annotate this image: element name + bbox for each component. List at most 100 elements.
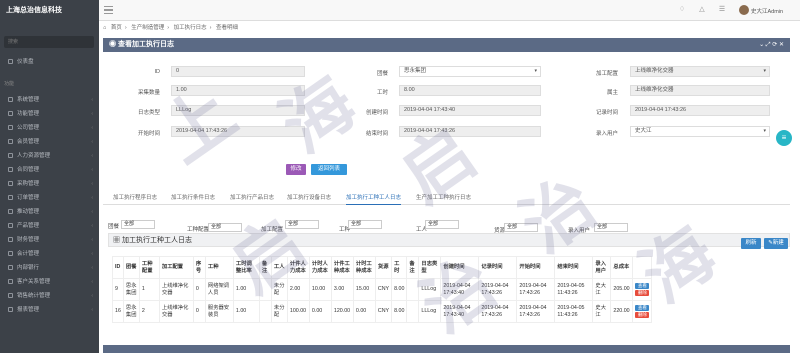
- bell-icon[interactable]: ♢: [678, 6, 686, 14]
- sidebar-item-label: 人力资源管理: [17, 153, 51, 159]
- page-title: 查看加工执行日志: [117, 41, 174, 48]
- sidebar-item[interactable]: 人力资源管理 ‹: [0, 150, 99, 163]
- sidebar-item[interactable]: 产品管理 ‹: [0, 220, 99, 233]
- menu-toggle-icon[interactable]: [104, 6, 113, 14]
- record-time-field: 2019-04-04 17:43:26: [630, 105, 770, 116]
- table-header[interactable]: 团餐: [122, 256, 140, 279]
- sidebar-item[interactable]: 公司管理 ‹: [0, 122, 99, 135]
- table-header[interactable]: 记录时间: [478, 256, 518, 279]
- sidebar-item[interactable]: 系统管理 ‹: [0, 94, 99, 107]
- table-cell: 未分配: [270, 278, 288, 301]
- menu-icon: [8, 223, 13, 229]
- table-header[interactable]: 开始时间: [516, 256, 556, 279]
- table-header[interactable]: 日志类型: [418, 256, 442, 279]
- user-group-icon[interactable]: ☰: [718, 6, 726, 14]
- breadcrumb-item[interactable]: 生产制造管理: [131, 25, 164, 31]
- sidebar-item[interactable]: 采购管理 ‹: [0, 178, 99, 191]
- filter-select[interactable]: 全部: [208, 223, 242, 232]
- table-header[interactable]: 货源: [374, 256, 393, 279]
- table-header[interactable]: 总成本: [610, 256, 634, 279]
- sidebar-item[interactable]: 会员管理 ‹: [0, 136, 99, 149]
- sidebar-item[interactable]: 推动管理 ‹: [0, 206, 99, 219]
- sidebar-item[interactable]: 销售统计管理 ‹: [0, 290, 99, 303]
- table-cell: LLLog: [418, 278, 442, 301]
- table-header[interactable]: 序号: [192, 256, 206, 279]
- table-header[interactable]: 工种配置: [138, 256, 160, 279]
- delete-button[interactable]: 删除: [635, 290, 650, 296]
- table-header[interactable]: 工时: [391, 256, 408, 279]
- sidebar-item[interactable]: 功能管理 ‹: [0, 108, 99, 121]
- tab-execute-log[interactable]: 生产加工工种执行日志: [416, 192, 471, 205]
- table-header[interactable]: 录入用户: [592, 256, 612, 279]
- filter-label: 团餐: [108, 224, 120, 230]
- tab-condition-log[interactable]: 加工执行条件日志: [171, 192, 215, 205]
- filter-select[interactable]: 全部: [594, 223, 628, 232]
- view-button[interactable]: 查看: [635, 283, 650, 289]
- user-name[interactable]: 史大江Admin: [751, 7, 783, 15]
- table-header[interactable]: 计件人力成本: [286, 256, 310, 279]
- add-button[interactable]: ✎新建: [764, 238, 788, 249]
- tab-product-log[interactable]: 加工执行产品日志: [230, 192, 274, 205]
- table-cell: 2019-04-04 17:43:40: [440, 278, 480, 301]
- chevron-left-icon: ‹: [91, 111, 93, 117]
- back-to-list-button[interactable]: 返回列表: [311, 164, 347, 175]
- table-header[interactable]: 计件工种成本: [330, 256, 354, 279]
- avatar[interactable]: [739, 5, 749, 15]
- sidebar-item[interactable]: 仪表盘: [0, 56, 99, 69]
- filter-select[interactable]: 全部: [348, 220, 382, 229]
- table-header[interactable]: 计时工种成本: [352, 256, 376, 279]
- sidebar-item[interactable]: 会计管理 ‹: [0, 248, 99, 261]
- breadcrumb-item[interactable]: 首页: [111, 25, 122, 31]
- panel-tools-icon[interactable]: ⌄ ⤢ ⟳ ✕: [759, 38, 784, 52]
- sidebar-item[interactable]: 财务管理 ‹: [0, 234, 99, 247]
- table-header[interactable]: 工人: [270, 256, 288, 279]
- tab-program-log[interactable]: 加工执行程序日志: [113, 192, 157, 205]
- table-header[interactable]: 结束时间: [554, 256, 594, 279]
- table-header[interactable]: 备注: [258, 256, 272, 279]
- sidebar-item[interactable]: 报表管理 ‹: [0, 304, 99, 317]
- tab-worker-log[interactable]: 加工执行工种工人日志: [346, 192, 402, 205]
- table-header[interactable]: 工种: [204, 256, 234, 279]
- menu-icon: [8, 307, 13, 313]
- sidebar-item[interactable]: 内部银行 ‹: [0, 262, 99, 275]
- chevron-left-icon: ‹: [91, 181, 93, 187]
- view-button[interactable]: 查看: [635, 305, 650, 311]
- refresh-button[interactable]: 刷新: [741, 238, 761, 249]
- home-icon[interactable]: ⌂: [103, 25, 106, 31]
- breadcrumb-item[interactable]: 加工执行日志: [174, 25, 207, 31]
- table-cell: 2.00: [286, 278, 310, 301]
- edit-button[interactable]: 修改: [286, 164, 306, 175]
- menu-icon: [8, 181, 13, 187]
- table-header[interactable]: 工时调整比率: [232, 256, 260, 279]
- filter-select[interactable]: 全部: [504, 223, 538, 232]
- alert-icon[interactable]: △: [698, 6, 706, 14]
- sidebar-item[interactable]: 客户关系管理 ‹: [0, 276, 99, 289]
- id-label: ID: [154, 69, 161, 75]
- sidebar-search-input[interactable]: 搜索: [4, 36, 94, 48]
- chevron-left-icon: ‹: [91, 153, 93, 159]
- config-select[interactable]: 上线维净化交器: [630, 66, 770, 77]
- delete-button[interactable]: 删除: [635, 312, 650, 318]
- sidebar-item-label: 订单管理: [17, 195, 40, 201]
- filter-select[interactable]: 全部: [425, 220, 459, 229]
- filter-select[interactable]: 全部: [121, 220, 155, 229]
- table-header[interactable]: ID: [112, 256, 124, 279]
- menu-icon: [8, 265, 13, 271]
- table-header[interactable]: 备注: [406, 256, 420, 279]
- table-header[interactable]: 计时人力成本: [308, 256, 332, 279]
- filter-select[interactable]: 全部: [285, 220, 319, 229]
- breadcrumb-item: 查看明细: [216, 25, 239, 31]
- table-cell: 0.00: [352, 300, 376, 323]
- sidebar-item[interactable]: 合同管理 ‹: [0, 164, 99, 177]
- sidebar-item-label: 报表管理: [17, 307, 40, 313]
- tab-device-log[interactable]: 加工执行设备日志: [287, 192, 331, 205]
- menu-icon: [8, 237, 13, 243]
- table-header[interactable]: 加工配置: [158, 256, 194, 279]
- table-header[interactable]: 创建时间: [440, 256, 480, 279]
- user-select[interactable]: 史大江: [630, 126, 770, 137]
- sidebar-item[interactable]: 订单管理 ‹: [0, 192, 99, 205]
- table-cell: 1.00: [232, 300, 260, 323]
- group-select[interactable]: 思永集团: [399, 66, 541, 77]
- menu-fab-icon[interactable]: ≡: [776, 130, 792, 146]
- table-cell: 2019-04-04 17:43:40: [440, 300, 480, 323]
